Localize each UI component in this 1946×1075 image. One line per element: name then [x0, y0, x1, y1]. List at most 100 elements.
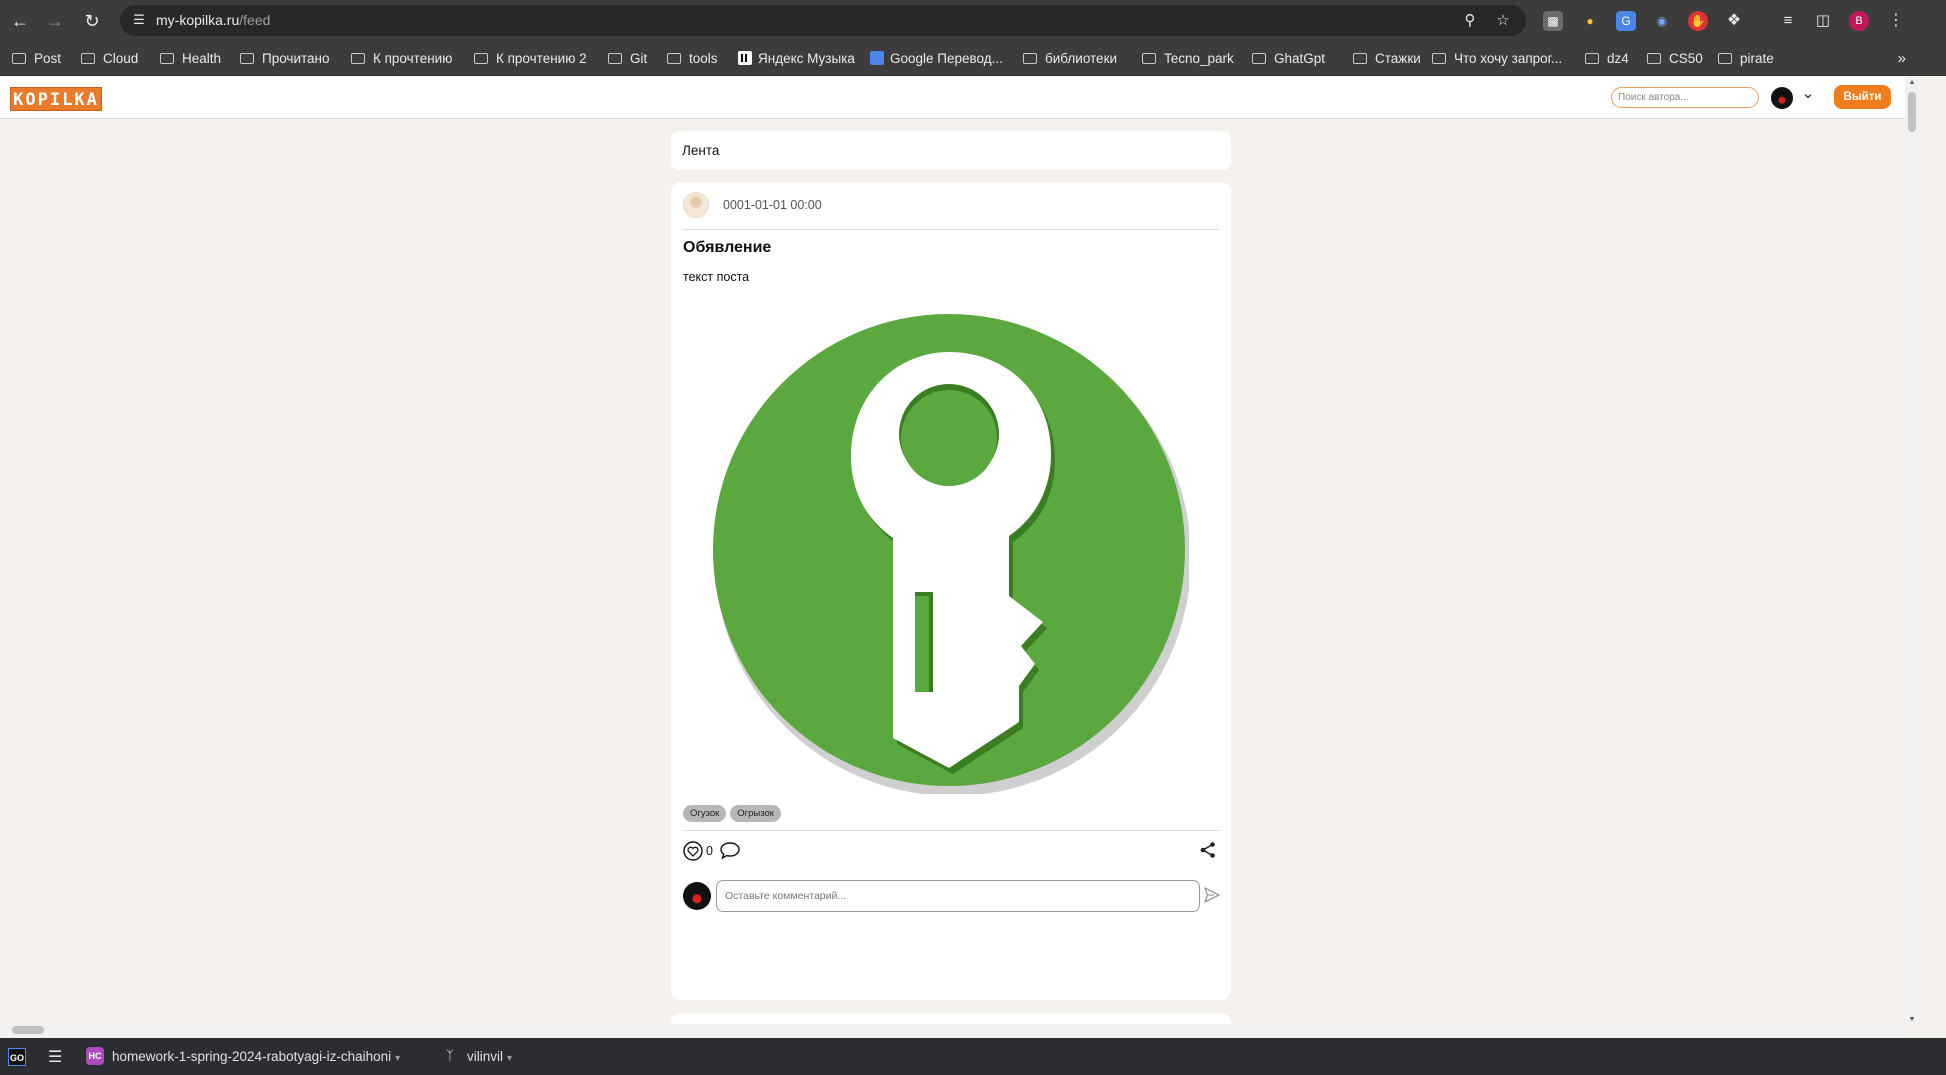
chevron-down-icon: ▾: [395, 1053, 401, 1064]
folder-icon: [608, 53, 622, 64]
profile-avatar[interactable]: B: [1849, 11, 1869, 31]
feed-header-card: Лента: [671, 131, 1231, 170]
bookmark-k-prochteniyu-2[interactable]: К прочтению 2: [474, 50, 587, 68]
git-branch-icon: ᛉ: [446, 1048, 454, 1063]
bookmarks-bar: Post Cloud Health Прочитано К прочтению …: [0, 42, 1946, 76]
url-text[interactable]: my-kopilka.ru/feed: [156, 12, 270, 28]
screen: ← → ↻ ☰ my-kopilka.ru/feed ⚲ ☆ ▩ ● G ◉ ✋…: [0, 0, 1946, 1075]
bookmark-git[interactable]: Git: [608, 50, 647, 68]
bookmark-k-prochteniyu[interactable]: К прочтению: [351, 50, 452, 68]
post-date: 0001-01-01 00:00: [723, 198, 822, 212]
horizontal-scrollbar[interactable]: [0, 1024, 1905, 1036]
divider: [683, 229, 1219, 230]
browser-menu-icon[interactable]: ⋮: [1886, 11, 1906, 31]
folder-icon: [1718, 53, 1732, 64]
author-search-input[interactable]: [1611, 87, 1759, 108]
folder-icon: [240, 53, 254, 64]
folder-icon: [1252, 53, 1266, 64]
back-icon[interactable]: ←: [8, 9, 32, 33]
bookmark-star-icon[interactable]: ☆: [1493, 11, 1513, 31]
post-title: Обявление: [683, 239, 772, 256]
send-icon[interactable]: [1203, 886, 1221, 904]
bookmark-tools[interactable]: tools: [667, 50, 718, 68]
browser-toolbar: ← → ↻ ☰ my-kopilka.ru/feed ⚲ ☆ ▩ ● G ◉ ✋…: [0, 0, 1946, 42]
site-info-icon[interactable]: ☰: [130, 11, 148, 29]
folder-icon: [1585, 53, 1599, 64]
bookmark-cs50[interactable]: CS50: [1647, 50, 1703, 68]
extensions-puzzle-icon[interactable]: ❖: [1724, 11, 1744, 31]
project-selector[interactable]: homework-1-spring-2024-rabotyagi-iz-chai…: [112, 1049, 400, 1064]
folder-icon: [1023, 53, 1037, 64]
scroll-thumb[interactable]: [12, 1026, 44, 1034]
bookmark-google-translate[interactable]: Google Перевод...: [870, 50, 1003, 68]
like-count: 0: [706, 844, 713, 858]
site-logo[interactable]: KOPILKA: [10, 87, 102, 111]
folder-icon: [12, 53, 26, 64]
ide-toolbar: GO ☰ HC homework-1-spring-2024-rabotyagi…: [0, 1038, 1946, 1075]
chevron-down-icon[interactable]: ⌄: [1799, 85, 1817, 103]
bookmark-dz4[interactable]: dz4: [1585, 50, 1629, 68]
tag-list: Огузок Огрызок: [683, 803, 785, 822]
folder-icon: [351, 53, 365, 64]
media-controls-icon[interactable]: ≡: [1778, 11, 1798, 31]
reload-icon[interactable]: ↻: [80, 9, 104, 33]
post-card: 0001-01-01 00:00 Обявление текст поста О…: [671, 182, 1231, 1000]
share-icon[interactable]: [1199, 841, 1217, 859]
scroll-thumb[interactable]: [1908, 92, 1916, 132]
extension-4-icon[interactable]: ◉: [1652, 11, 1672, 31]
bookmark-ghatgpt[interactable]: GhatGpt: [1252, 50, 1325, 68]
scroll-up-icon[interactable]: ▲: [1905, 77, 1919, 89]
project-badge: HC: [86, 1047, 104, 1065]
bookmark-stazhki[interactable]: Стажки: [1353, 50, 1421, 68]
extension-5-icon[interactable]: ✋: [1688, 11, 1708, 31]
more-bookmarks-icon[interactable]: »: [1898, 50, 1906, 67]
address-bar[interactable]: ☰ my-kopilka.ru/feed ⚲ ☆: [120, 5, 1526, 36]
bookmark-tecno-park[interactable]: Tecno_park: [1142, 50, 1234, 68]
comment-input[interactable]: [716, 880, 1200, 912]
chevron-down-icon: ▾: [507, 1053, 513, 1064]
folder-icon: [160, 53, 174, 64]
bookmark-post[interactable]: Post: [12, 50, 61, 68]
zoom-icon[interactable]: ⚲: [1460, 11, 1480, 31]
folder-icon: [1432, 53, 1446, 64]
page-title: Лента: [682, 143, 720, 158]
comment-icon[interactable]: [719, 840, 741, 860]
bookmark-biblioteki[interactable]: библиотеки: [1023, 50, 1117, 68]
folder-icon: [474, 53, 488, 64]
translate-extension-icon[interactable]: G: [1616, 11, 1636, 31]
logout-button[interactable]: Выйти: [1834, 85, 1891, 109]
bookmark-cloud[interactable]: Cloud: [81, 50, 138, 68]
tag-chip[interactable]: Огрызок: [730, 805, 781, 822]
bookmark-health[interactable]: Health: [160, 50, 221, 68]
side-panel-icon[interactable]: ◫: [1813, 11, 1833, 31]
vertical-scrollbar[interactable]: ▲ ▼: [1905, 77, 1919, 1026]
folder-icon: [1142, 53, 1156, 64]
goland-logo-icon[interactable]: GO: [8, 1048, 26, 1066]
divider: [683, 830, 1219, 831]
user-avatar[interactable]: [1771, 87, 1793, 109]
post-text: текст поста: [683, 270, 750, 284]
yandex-music-icon: [738, 51, 752, 65]
folder-icon: [1647, 53, 1661, 64]
hamburger-menu-icon[interactable]: ☰: [48, 1047, 62, 1067]
folder-icon: [81, 53, 95, 64]
bookmark-chto-hochu[interactable]: Что хочу запрог...: [1432, 50, 1562, 68]
post-author-avatar[interactable]: [683, 192, 709, 218]
extension-1-icon[interactable]: ▩: [1543, 11, 1563, 31]
page-viewport: KOPILKA ⌄ Выйти Лента 0001-01-01 00:00 О…: [0, 77, 1905, 1026]
google-translate-icon: [870, 51, 884, 65]
branch-selector[interactable]: vilinvil ▾: [467, 1049, 512, 1064]
bookmark-yandex-music[interactable]: Яндекс Музыка: [738, 50, 855, 68]
folder-icon: [1353, 53, 1367, 64]
heart-icon[interactable]: [683, 841, 703, 861]
site-header: KOPILKA ⌄ Выйти: [0, 77, 1905, 119]
comment-author-avatar: [683, 882, 711, 910]
tag-chip[interactable]: Огузок: [683, 805, 727, 822]
folder-icon: [667, 53, 681, 64]
bookmark-pirate[interactable]: pirate: [1718, 50, 1774, 68]
bookmark-prochitano[interactable]: Прочитано: [240, 50, 330, 68]
extension-2-icon[interactable]: ●: [1580, 11, 1600, 31]
green-key-icon: [713, 314, 1189, 794]
scroll-down-icon[interactable]: ▼: [1905, 1014, 1919, 1026]
forward-icon[interactable]: →: [43, 9, 67, 33]
